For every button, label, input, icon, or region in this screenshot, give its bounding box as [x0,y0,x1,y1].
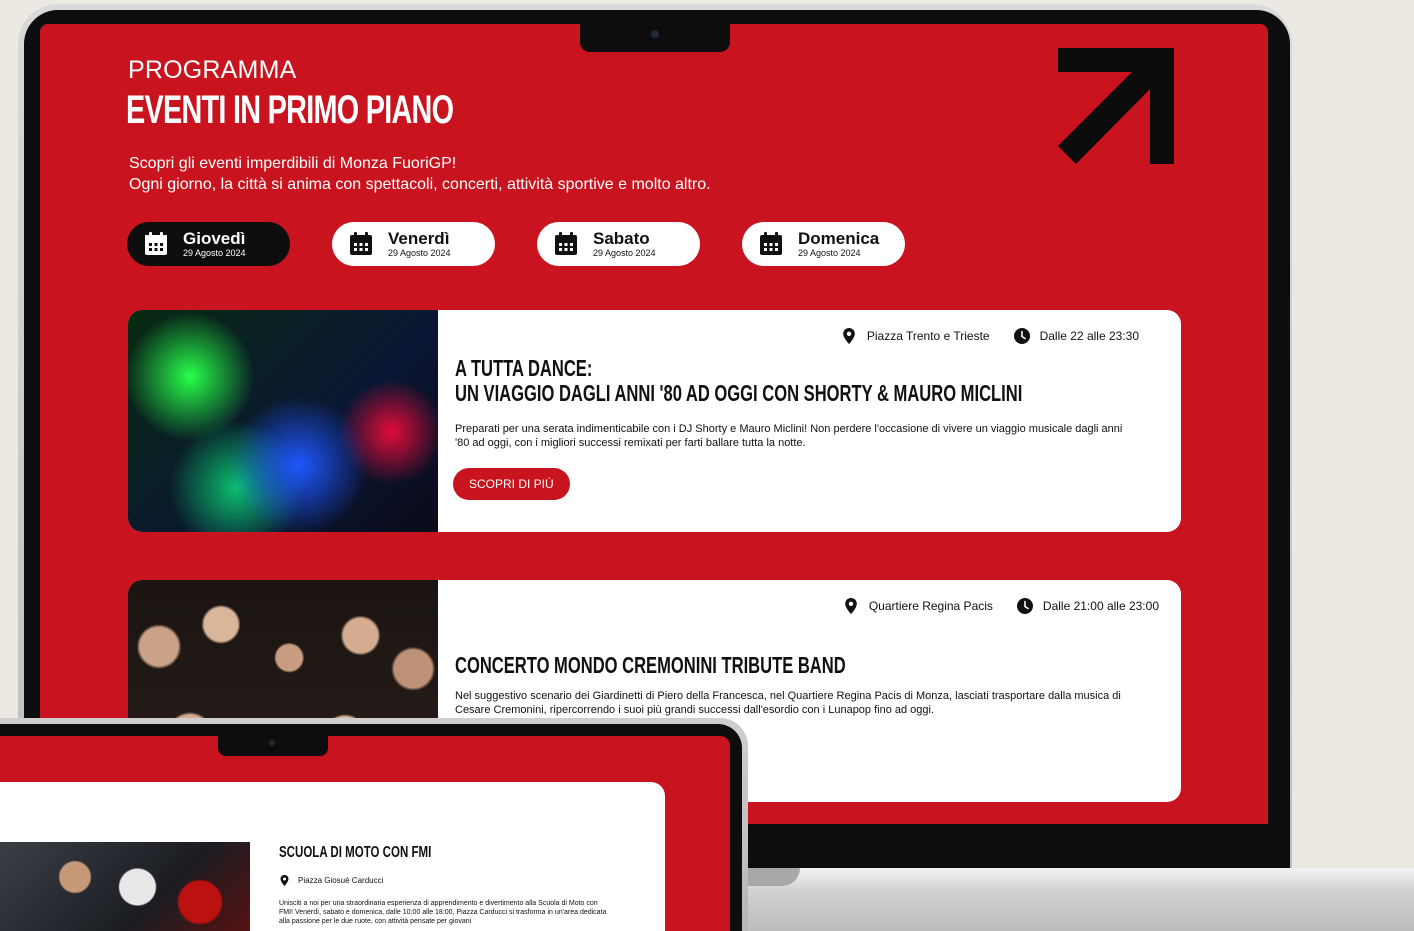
calendar-icon [350,232,372,255]
arrow-up-right-icon [1058,48,1174,164]
event-time: Dalle 21:00 alle 23:00 [1016,598,1159,614]
location-pin-icon [843,328,855,344]
event-title: A TUTTA DANCE: UN VIAGGIO DAGLI ANNI '80… [455,356,1022,406]
section-eyebrow: PROGRAMMA [128,56,297,84]
event-location: Piazza Giosuè Carducci [279,875,383,886]
small-laptop-screen: SCUOLA DI MOTO CON FMI Piazza Giosuè Car… [0,736,730,931]
location-pin-icon [845,598,857,614]
day-name: Domenica [798,229,880,248]
clock-icon [1016,598,1033,614]
day-name: Giovedì [183,229,246,248]
calendar-icon [145,232,167,255]
event-location: Piazza Trento e Trieste [841,328,990,344]
laptop-screen: PROGRAMMA EVENTI IN PRIMO PIANO Scopri g… [40,24,1268,824]
day-name: Sabato [593,229,650,248]
calendar-icon [760,232,782,255]
page-title: EVENTI IN PRIMO PIANO [126,88,454,132]
event-description: Nel suggestivo scenario dei Giardinetti … [455,690,1121,716]
tab-giovedi[interactable]: Giovedì 29 Agosto 2024 [127,222,290,266]
camera-notch [218,736,328,756]
event-photo-dj [128,310,438,532]
event-location: Quartiere Regina Pacis [843,598,993,614]
intro-line-1: Scopri gli eventi imperdibili di Monza F… [129,155,457,172]
tab-sabato[interactable]: Sabato 29 Agosto 2024 [537,222,700,266]
event-location-text: Piazza Trento e Trieste [866,329,990,343]
day-date: 29 Agosto 2024 [388,248,451,258]
camera-icon [651,30,659,38]
event-title-line-2: UN VIAGGIO DAGLI ANNI '80 AD OGGI CON SH… [455,380,1023,406]
event-card-dance: Piazza Trento e Trieste Dalle 22 alle 23… [128,310,1181,532]
event-location-text: Piazza Giosuè Carducci [298,876,384,885]
event-photo-moto [0,842,250,931]
event-title-line-1: A TUTTA DANCE: [455,355,593,381]
day-date: 29 Agosto 2024 [798,248,861,258]
discover-more-button[interactable]: SCOPRI DI PIÙ [453,468,570,500]
camera-icon [269,740,275,746]
tab-venerdi[interactable]: Venerdì 29 Agosto 2024 [332,222,495,266]
event-meta: Quartiere Regina Pacis Dalle 21:00 alle … [843,598,1159,614]
calendar-icon [555,232,577,255]
day-date: 29 Agosto 2024 [183,248,246,258]
intro-text: Scopri gli eventi imperdibili di Monza F… [129,153,711,195]
location-pin-icon [280,875,289,886]
intro-line-2: Ogni giorno, la città si anima con spett… [129,176,711,193]
day-tabs: Giovedì 29 Agosto 2024 Venerdì 29 Agosto 2… [127,222,905,266]
tab-domenica[interactable]: Domenica 29 Agosto 2024 [742,222,905,266]
event-time-text: Dalle 21:00 alle 23:00 [1042,599,1159,613]
event-title: SCUOLA DI MOTO CON FMI [279,844,432,861]
day-date: 29 Agosto 2024 [593,248,656,258]
event-time-text: Dalle 22 alle 23:30 [1039,329,1139,343]
event-meta: Piazza Trento e Trieste Dalle 22 alle 23… [841,328,1139,344]
event-card-moto: SCUOLA DI MOTO CON FMI Piazza Giosuè Car… [0,782,665,931]
event-description: Preparati per una serata indimenticabile… [455,423,1123,449]
event-location-text: Quartiere Regina Pacis [868,599,993,613]
event-description: Unisciti a noi per una straordinaria esp… [279,900,607,925]
event-time: Dalle 22 alle 23:30 [1013,328,1139,344]
day-name: Venerdì [388,229,450,248]
event-title: CONCERTO MONDO CREMONINI TRIBUTE BAND [455,652,846,678]
clock-icon [1013,328,1030,344]
camera-notch [580,24,730,52]
